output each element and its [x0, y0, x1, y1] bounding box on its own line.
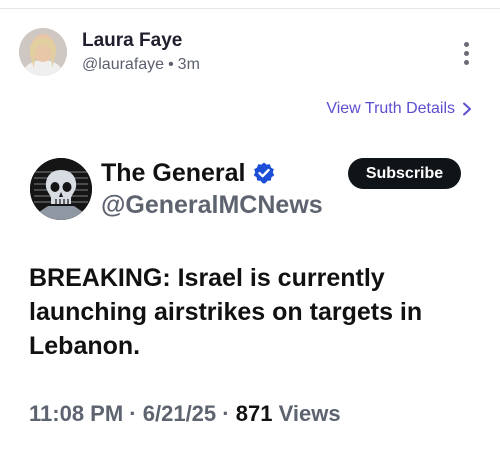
- quoted-post-footer: 11:08 PM · 6/21/25 · 871 Views: [29, 400, 341, 428]
- skull-logo-icon: [30, 158, 92, 220]
- meta-separator: •: [168, 56, 174, 73]
- quoted-date: 6/21/25: [142, 401, 217, 426]
- author-avatar[interactable]: [19, 28, 67, 76]
- ellipsis-dot: [464, 60, 469, 65]
- quoted-name-text: The General: [101, 159, 246, 187]
- subscribe-button[interactable]: Subscribe: [348, 158, 461, 189]
- quoted-handle[interactable]: @GeneralMCNews: [101, 190, 323, 220]
- divider: [0, 8, 500, 9]
- truth-post: Laura Faye @laurafaye • 3m View Truth Deta…: [0, 0, 500, 450]
- vertical-ellipsis-icon: [464, 42, 469, 47]
- verified-badge-icon: [253, 162, 274, 184]
- quoted-post-text: BREAKING: Israel is currently launching …: [29, 264, 423, 360]
- author-handle[interactable]: @laurafaye: [82, 56, 164, 73]
- view-truth-details-link[interactable]: View Truth Details: [326, 99, 473, 119]
- post-time: 3m: [177, 56, 200, 73]
- footer-dot: ·: [129, 401, 137, 426]
- quoted-author-name[interactable]: The General: [101, 158, 276, 188]
- ellipsis-dot: [464, 51, 469, 56]
- footer-dot: ·: [222, 401, 230, 426]
- more-options-button[interactable]: [458, 40, 476, 66]
- views-label: Views: [278, 401, 341, 426]
- author-meta: @laurafaye • 3m: [82, 55, 200, 75]
- quoted-time: 11:08 PM: [29, 401, 124, 426]
- chevron-right-icon: [463, 102, 471, 116]
- author-name[interactable]: Laura Faye: [82, 30, 182, 52]
- truth-link-label: View Truth Details: [326, 100, 455, 117]
- avatar-image: [19, 28, 67, 76]
- quoted-avatar[interactable]: [30, 158, 92, 220]
- views-count: 871: [235, 401, 273, 426]
